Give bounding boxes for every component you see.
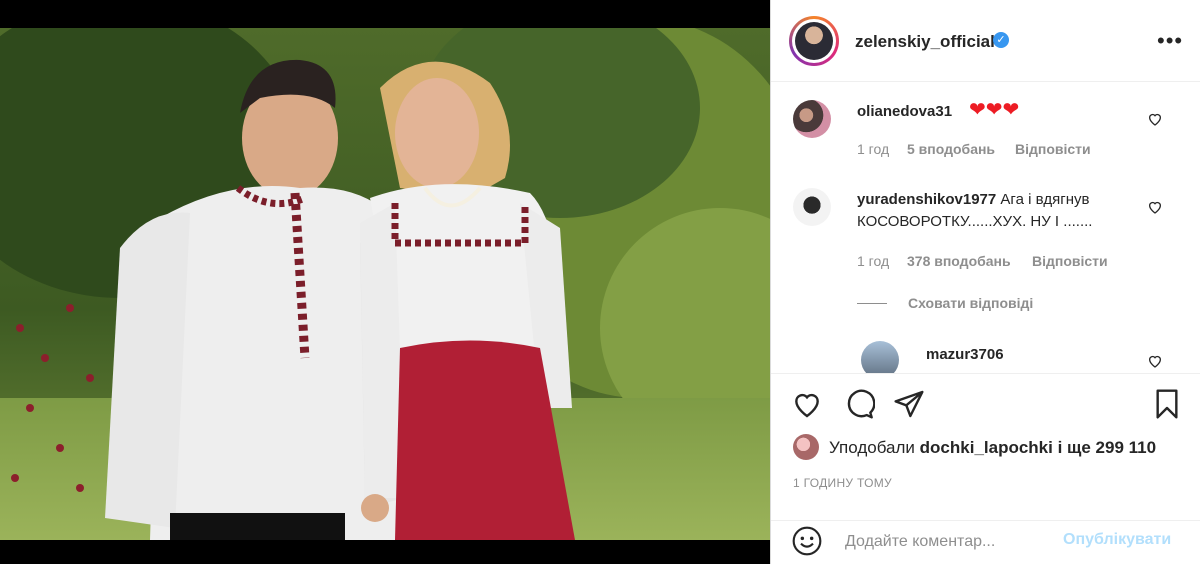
like-heart-icon[interactable] [791, 388, 823, 420]
avatar-inner [792, 19, 836, 63]
replies-divider-line [857, 303, 887, 304]
add-comment-bar: Опублікувати [771, 520, 1200, 565]
like-comment-heart-icon[interactable] [1147, 111, 1163, 127]
post-timestamp[interactable]: 1 ГОДИНУ ТОМУ [793, 476, 892, 490]
reply-avatar[interactable] [861, 341, 899, 373]
author-username[interactable]: zelenskiy_official [855, 32, 995, 52]
comment-username[interactable]: olianedova31 [857, 103, 952, 120]
comment-likes[interactable]: 5 вподобань [907, 141, 995, 157]
image-letterbox-top [0, 0, 770, 28]
comments-list[interactable]: olianedova31 ❤❤❤ 1 год 5 вподобань Відпо… [771, 83, 1200, 373]
verified-badge-icon: ✓ [993, 32, 1009, 48]
bookmark-icon[interactable] [1151, 388, 1183, 420]
liker-username[interactable]: dochki_lapochki [920, 438, 1053, 457]
emoji-icon[interactable] [791, 525, 823, 557]
publish-button[interactable]: Опублікувати [1063, 531, 1171, 549]
post-header: zelenskiy_official ✓ ••• [771, 0, 1200, 82]
comment-input[interactable] [843, 529, 1067, 555]
share-icon[interactable] [893, 388, 925, 420]
comment-avatar[interactable] [793, 188, 831, 226]
image-letterbox-bottom [0, 540, 770, 564]
likes-count[interactable]: і ще 299 110 [1058, 438, 1156, 457]
like-reply-heart-icon[interactable] [1147, 353, 1163, 369]
liker-avatar[interactable] [793, 434, 819, 460]
comment-likes[interactable]: 378 вподобань [907, 253, 1011, 269]
avatar-image [795, 22, 833, 60]
couple-photo [0, 28, 770, 540]
post-image[interactable] [0, 0, 770, 564]
reply-button[interactable]: Відповісти [1032, 253, 1108, 269]
like-comment-heart-icon[interactable] [1147, 199, 1163, 215]
comment-body: yuradenshikov1977 Ага і вдягнув КОСОВОРО… [857, 189, 1147, 233]
comment-avatar[interactable] [793, 100, 831, 138]
comment-username[interactable]: yuradenshikov1977 [857, 191, 996, 208]
likes-prefix: Уподобали [829, 438, 915, 457]
hide-replies-button[interactable]: Сховати відповіді [908, 295, 1033, 311]
more-options-icon[interactable]: ••• [1157, 28, 1183, 54]
reply-button[interactable]: Відповісти [1015, 141, 1091, 157]
post-actions: Уподобали dochki_lapochki і ще 299 110 1… [771, 373, 1200, 564]
comment-text: ❤❤❤ [969, 99, 1020, 121]
likes-summary[interactable]: Уподобали dochki_lapochki і ще 299 110 [829, 438, 1156, 458]
reply-username[interactable]: mazur3706 [926, 346, 1004, 363]
post-side-panel: zelenskiy_official ✓ ••• olianedova31 ❤❤… [770, 0, 1200, 564]
comment-time: 1 год [857, 141, 890, 157]
comment-time: 1 год [857, 253, 890, 269]
comment-icon[interactable] [843, 388, 875, 420]
author-avatar[interactable] [789, 16, 839, 66]
